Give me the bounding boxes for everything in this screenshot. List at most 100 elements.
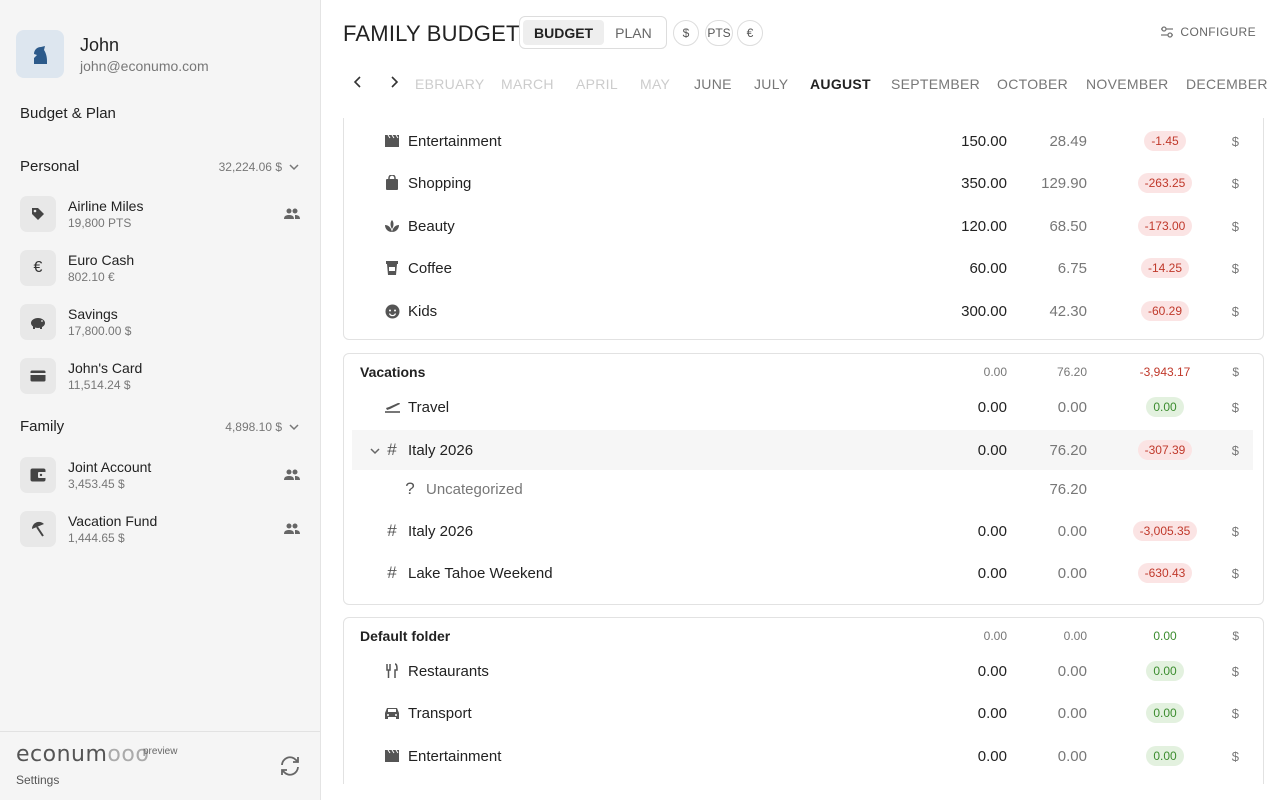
category-row[interactable]: Entertainment 0.00 0.00 0.00 $: [344, 736, 1263, 776]
folder-header-row[interactable]: Default folder 0.00 0.00 0.00 $: [344, 616, 1263, 656]
folder-name: Vacations: [360, 364, 426, 380]
budget-amount[interactable]: 120.00: [961, 218, 1007, 235]
account-group-family[interactable]: Family 4,898.10 $: [20, 418, 300, 435]
month-may[interactable]: MAY: [640, 76, 670, 92]
available-badge: 0.00: [1146, 746, 1184, 766]
nav-budget-plan[interactable]: Budget & Plan: [20, 105, 116, 122]
month-september[interactable]: SEPTEMBER: [891, 76, 980, 92]
budget-amount[interactable]: 0.00: [978, 748, 1007, 765]
avatar: [16, 29, 64, 78]
account-euro-cash[interactable]: € Euro Cash 802.10 €: [20, 247, 302, 289]
budget-amount[interactable]: 60.00: [969, 260, 1007, 277]
account-savings[interactable]: Savings 17,800.00 $: [20, 301, 302, 343]
budget-amount[interactable]: 0.00: [978, 565, 1007, 582]
month-april[interactable]: APRIL: [576, 76, 618, 92]
shared-people-icon: [282, 523, 302, 535]
account-airline-miles[interactable]: Airline Miles 19,800 PTS: [20, 193, 302, 235]
budget-plan-toggle: BUDGET PLAN: [519, 16, 667, 49]
account-balance: 1,444.65 $: [68, 531, 125, 545]
econumo-logo: econumooo: [16, 742, 149, 767]
chevron-right-icon: [391, 76, 399, 88]
spa-icon: [383, 217, 401, 235]
account-balance: 3,453.45 $: [68, 477, 125, 491]
month-november[interactable]: NOVEMBER: [1086, 76, 1169, 92]
prev-month-button[interactable]: [350, 74, 366, 90]
tag-row[interactable]: # Lake Tahoe Weekend 0.00 0.00 -630.43 $: [344, 553, 1263, 593]
budget-amount[interactable]: 0.00: [978, 705, 1007, 722]
category-row[interactable]: Coffee 60.00 6.75 -14.25 $: [344, 248, 1263, 288]
spent-amount: 28.49: [1049, 132, 1087, 150]
account-group-personal[interactable]: Personal 32,224.06 $: [20, 158, 300, 175]
budget-table[interactable]: Entertainment 150.00 28.49 -1.45 $ Shopp…: [321, 118, 1280, 784]
account-balance: 19,800 PTS: [68, 216, 132, 230]
group-name: Family: [20, 418, 65, 435]
category-name: Entertainment: [408, 747, 502, 765]
month-july[interactable]: JULY: [754, 76, 788, 92]
tag-name: Lake Tahoe Weekend: [408, 564, 553, 582]
month-august[interactable]: AUGUST: [810, 76, 871, 92]
account-balance: 802.10 €: [68, 270, 115, 284]
category-row[interactable]: Shopping 350.00 129.90 -263.25 $: [344, 163, 1263, 203]
category-row[interactable]: Beauty 120.00 68.50 -173.00 $: [344, 206, 1263, 246]
budget-amount[interactable]: 150.00: [961, 133, 1007, 150]
category-row[interactable]: Entertainment 150.00 28.49 -1.45 $: [344, 121, 1263, 161]
tag-row-expanded[interactable]: # Italy 2026 0.00 76.20 -307.39 $: [352, 430, 1253, 470]
car-icon: [383, 704, 401, 722]
sync-button[interactable]: [278, 754, 302, 778]
tab-budget[interactable]: BUDGET: [523, 20, 605, 45]
category-row[interactable]: Kids 300.00 42.30 -60.29 $: [344, 291, 1263, 331]
settings-link[interactable]: Settings: [16, 773, 59, 787]
spent-amount: 42.30: [1049, 302, 1087, 320]
currency-symbol: $: [1232, 365, 1239, 379]
logo-text: econum: [16, 742, 108, 767]
shared-people-icon: [282, 208, 302, 220]
month-december[interactable]: DECEMBER: [1186, 76, 1268, 92]
spent-amount: 0.00: [1057, 662, 1087, 680]
tab-plan[interactable]: PLAN: [604, 20, 663, 45]
available-badge: -1.45: [1144, 131, 1186, 151]
currency-eur-button[interactable]: €: [737, 20, 763, 46]
tag-name: Italy 2026: [408, 522, 474, 540]
folder-spent: 0.00: [1063, 629, 1087, 643]
budget-amount[interactable]: 0.00: [978, 663, 1007, 680]
chevron-down-icon[interactable]: [369, 444, 381, 456]
month-june[interactable]: JUNE: [694, 76, 732, 92]
available-badge: -263.25: [1137, 173, 1193, 193]
category-row[interactable]: Transport 0.00 0.00 0.00 $: [344, 693, 1263, 733]
spent-amount: 0.00: [1057, 564, 1087, 582]
airplane-takeoff-icon: [383, 398, 401, 416]
user-profile[interactable]: John john@econumo.com: [0, 0, 320, 80]
budget-amount[interactable]: 300.00: [961, 303, 1007, 320]
currency-symbol: $: [1231, 705, 1239, 721]
currency-usd-button[interactable]: $: [673, 20, 699, 46]
chevron-down-icon: [289, 163, 299, 170]
spent-amount: 129.90: [1041, 174, 1087, 192]
group-name: Personal: [20, 158, 80, 175]
spent-amount: 68.50: [1049, 217, 1087, 235]
currency-pts-button[interactable]: PTS: [705, 20, 733, 46]
account-johns-card[interactable]: John's Card 11,514.24 $: [20, 355, 302, 397]
category-name: Beauty: [408, 217, 455, 235]
category-row[interactable]: Travel 0.00 0.00 0.00 $: [344, 387, 1263, 427]
available-badge: -173.00: [1137, 216, 1193, 236]
account-vacation-fund[interactable]: Vacation Fund 1,444.65 $: [20, 508, 302, 550]
configure-button[interactable]: CONFIGURE: [1160, 25, 1256, 39]
next-month-button[interactable]: [386, 74, 402, 90]
budget-amount[interactable]: 0.00: [978, 399, 1007, 416]
budget-amount[interactable]: 0.00: [978, 442, 1007, 459]
spent-amount: 6.75: [1057, 259, 1087, 277]
budget-amount[interactable]: 350.00: [961, 175, 1007, 192]
tag-row[interactable]: # Italy 2026 0.00 0.00 -3,005.35 $: [344, 511, 1263, 551]
budget-amount[interactable]: 0.00: [978, 523, 1007, 540]
folder-header-row[interactable]: Vacations 0.00 76.20 -3,943.17 $: [344, 352, 1263, 392]
available-badge: -14.25: [1140, 258, 1190, 278]
month-february[interactable]: EBRUARY: [415, 76, 485, 92]
account-name: Airline Miles: [68, 198, 144, 214]
account-joint-account[interactable]: Joint Account 3,453.45 $: [20, 454, 302, 496]
currency-symbol: $: [1231, 303, 1239, 319]
question-mark-icon: ?: [405, 479, 415, 498]
shopping-bag-icon: [383, 174, 401, 192]
month-october[interactable]: OCTOBER: [997, 76, 1068, 92]
category-row[interactable]: Restaurants 0.00 0.00 0.00 $: [344, 651, 1263, 691]
month-march[interactable]: MARCH: [501, 76, 554, 92]
